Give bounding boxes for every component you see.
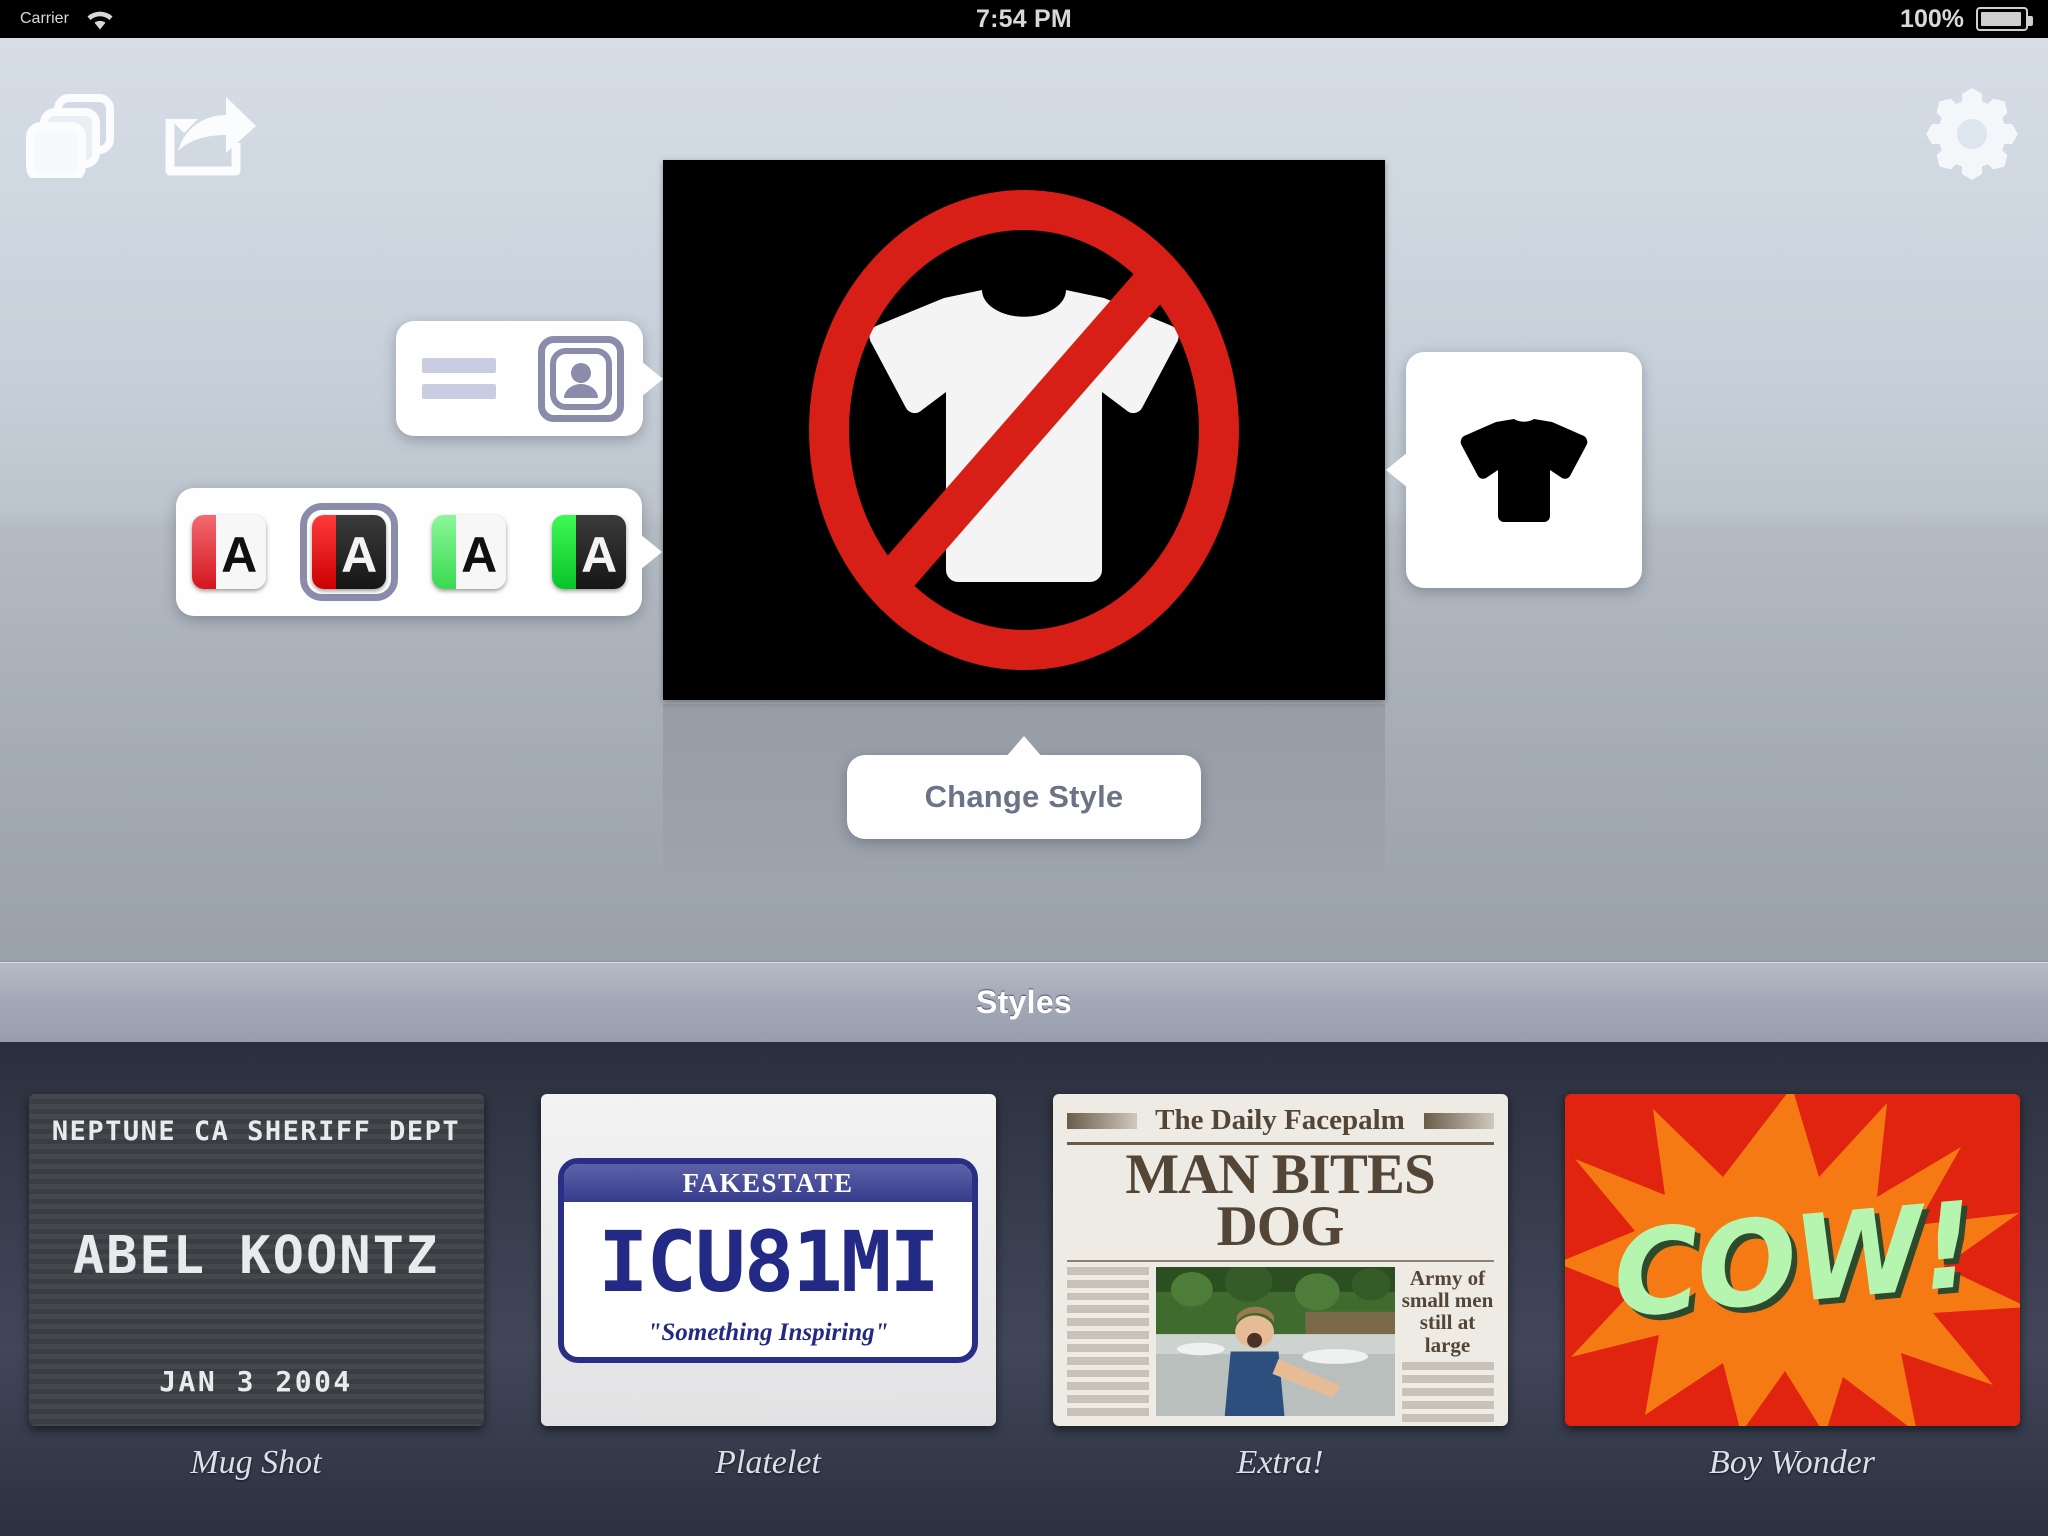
style-caption: Boy Wonder bbox=[1709, 1444, 1875, 1481]
newspaper-body: Army of small men still at large bbox=[1066, 1265, 1494, 1422]
tshirt-popover bbox=[1386, 352, 1642, 588]
tshirt-icon[interactable] bbox=[1444, 388, 1604, 553]
status-bar-clock: 7:54 PM bbox=[976, 4, 1072, 33]
swatch-red-white[interactable]: A bbox=[192, 515, 266, 589]
newspaper-text-column bbox=[1066, 1266, 1149, 1416]
masthead-block-left bbox=[1066, 1112, 1137, 1129]
style-item-platelet[interactable]: FAKESTATE ICU81MI "Something Inspiring" … bbox=[512, 1042, 1024, 1482]
share-icon[interactable] bbox=[160, 93, 260, 183]
swatch-holder-2[interactable]: A bbox=[420, 503, 518, 601]
swatch-green-white[interactable]: A bbox=[432, 515, 506, 589]
swatch-green-black[interactable]: A bbox=[552, 515, 626, 589]
newspaper-rule-2 bbox=[1066, 1259, 1494, 1262]
style-thumbnail-platelet[interactable]: FAKESTATE ICU81MI "Something Inspiring" bbox=[540, 1094, 996, 1426]
styles-header-bar: Styles bbox=[0, 962, 2048, 1042]
swatch-letter: A bbox=[581, 527, 618, 583]
style-thumbnail-extra[interactable]: The Daily Facepalm MAN BITES DOG Army of… bbox=[1052, 1094, 1508, 1426]
preview-area bbox=[663, 160, 1385, 960]
style-item-mug-shot[interactable]: NEPTUNE CA SHERIFF DEPT ABEL KOONTZ JAN … bbox=[0, 1042, 512, 1482]
newspaper-title: The Daily Facepalm bbox=[1155, 1104, 1405, 1136]
masthead-block-right bbox=[1423, 1112, 1494, 1129]
swatch-red-black[interactable]: A bbox=[312, 515, 386, 589]
battery-fill bbox=[1981, 12, 2021, 26]
newspaper-sidebar-lines bbox=[1401, 1361, 1494, 1422]
preview-image[interactable] bbox=[663, 160, 1385, 700]
license-plate: FAKESTATE ICU81MI "Something Inspiring" bbox=[558, 1157, 978, 1363]
status-bar-right: 100% bbox=[1900, 4, 2033, 34]
battery-percentage: 100% bbox=[1900, 4, 1964, 33]
color-swatches-popover: A A A A bbox=[176, 488, 662, 616]
style-thumbnail-boy-wonder[interactable]: COW! bbox=[1564, 1094, 2020, 1426]
change-style-label: Change Style bbox=[924, 779, 1124, 814]
styles-tray[interactable]: NEPTUNE CA SHERIFF DEPT ABEL KOONTZ JAN … bbox=[0, 1042, 2048, 1536]
newspaper-sidebar-text: Army of small men still at large bbox=[1401, 1265, 1494, 1357]
mode-popover bbox=[396, 321, 663, 436]
swatch-letter: A bbox=[341, 527, 378, 583]
swatch-holder-1[interactable]: A bbox=[300, 503, 398, 601]
style-thumbnail-mug-shot[interactable]: NEPTUNE CA SHERIFF DEPT ABEL KOONTZ JAN … bbox=[28, 1094, 484, 1426]
swatch-letter: A bbox=[221, 527, 258, 583]
plate-state-label: FAKESTATE bbox=[564, 1163, 972, 1202]
stack-icon[interactable] bbox=[25, 93, 120, 183]
swatch-holder-0[interactable]: A bbox=[180, 503, 278, 601]
style-caption: Mug Shot bbox=[190, 1444, 322, 1481]
change-style-button[interactable]: Change Style bbox=[847, 736, 1201, 839]
styles-header-title: Styles bbox=[975, 984, 1073, 1020]
gear-icon[interactable] bbox=[1926, 88, 2018, 185]
battery-icon bbox=[1976, 7, 2033, 31]
newspaper-masthead: The Daily Facepalm bbox=[1066, 1104, 1494, 1137]
plate-slogan: "Something Inspiring" bbox=[647, 1318, 889, 1346]
portrait-icon[interactable] bbox=[537, 335, 624, 422]
editor-canvas: A A A A Change Style bbox=[0, 38, 2048, 962]
mugshot-top-line: NEPTUNE CA SHERIFF DEPT bbox=[51, 1116, 461, 1147]
mugshot-date-line: JAN 3 2004 bbox=[159, 1365, 353, 1398]
top-toolbar bbox=[0, 38, 2048, 182]
plate-number: ICU81MI bbox=[597, 1213, 940, 1311]
swatch-holder-3[interactable]: A bbox=[540, 503, 638, 601]
popover-tail bbox=[1005, 736, 1043, 758]
newspaper-sidebar: Army of small men still at large bbox=[1401, 1265, 1494, 1422]
style-caption: Platelet bbox=[715, 1444, 821, 1481]
popover-tail bbox=[641, 360, 663, 397]
text-lines-icon[interactable] bbox=[416, 336, 502, 422]
status-bar: Carrier 7:54 PM 100% bbox=[0, 0, 2048, 38]
newspaper-headline-line1: MAN BITES bbox=[1125, 1143, 1435, 1206]
newspaper-photo bbox=[1155, 1266, 1395, 1416]
newspaper-headline-line2: DOG bbox=[1216, 1195, 1345, 1259]
style-item-extra[interactable]: The Daily Facepalm MAN BITES DOG Army of… bbox=[1024, 1042, 1536, 1482]
style-item-boy-wonder[interactable]: COW! Boy Wonder bbox=[1536, 1042, 2048, 1482]
swatch-letter: A bbox=[461, 527, 498, 583]
mugshot-name-line: ABEL KOONTZ bbox=[72, 1226, 440, 1286]
popover-tail bbox=[1386, 452, 1408, 488]
popover-tail bbox=[640, 534, 662, 570]
style-caption: Extra! bbox=[1236, 1444, 1324, 1481]
